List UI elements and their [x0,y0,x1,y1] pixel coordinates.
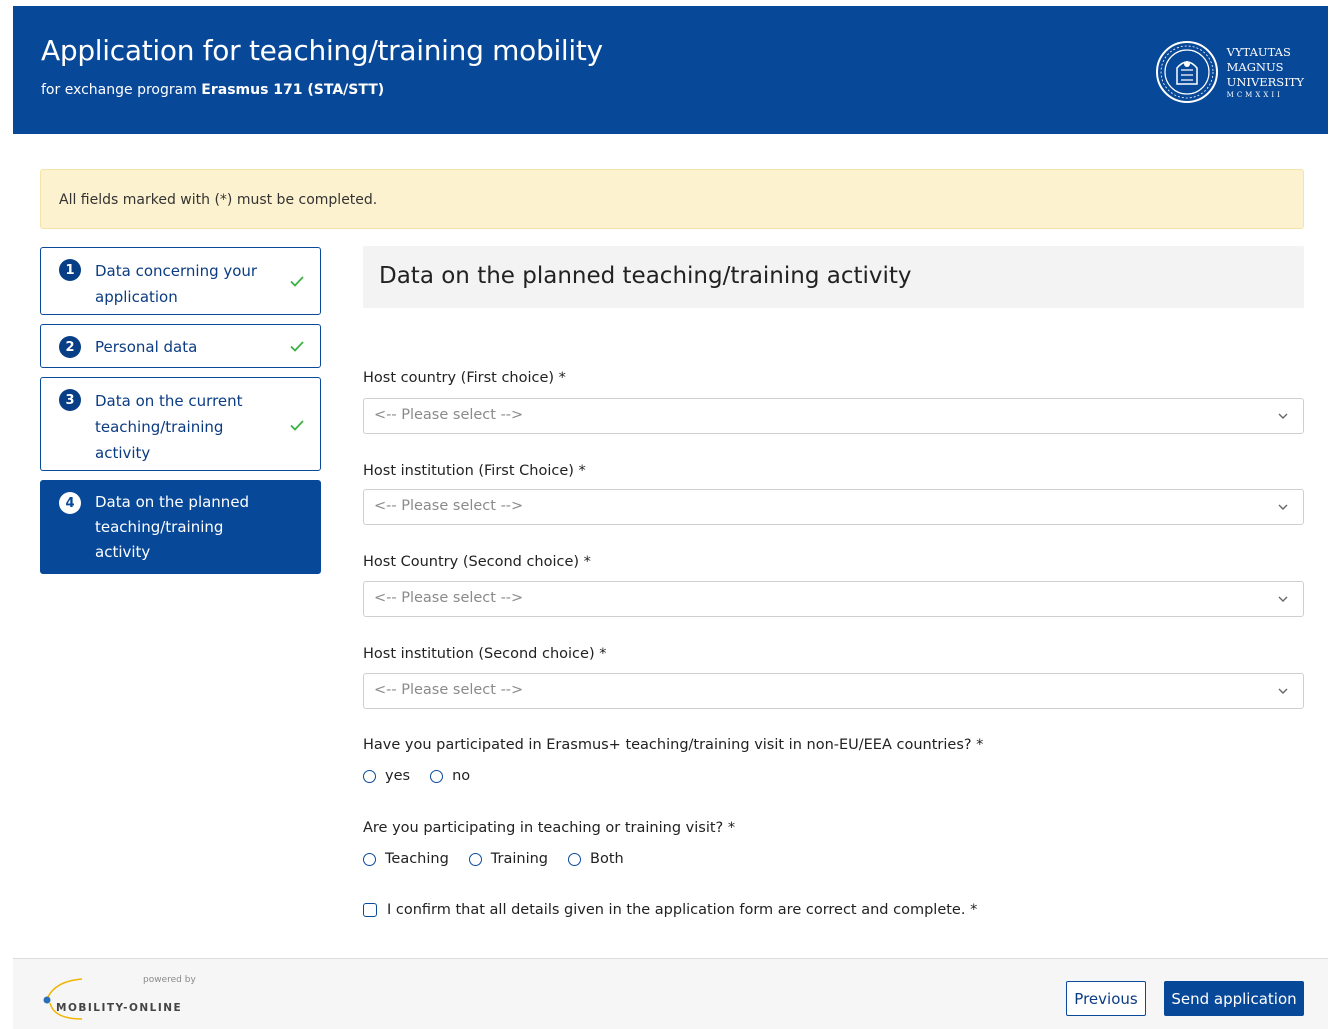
mobility-online-logo: powered by MOBILITY-ONLINE [38,971,198,1023]
brand-name: MOBILITY-ONLINE [56,1002,183,1014]
chevron-down-icon [1278,413,1288,419]
select-placeholder: <-- Please select --> [374,498,524,514]
step-current-activity[interactable]: 3 Data on the current teaching/training … [40,377,321,471]
app-header: Application for teaching/training mobili… [13,6,1328,134]
powered-by-text: powered by [143,975,196,985]
host-institution-first-label: Host institution (First Choice) * [363,463,586,479]
university-line-2: MAGNUS [1226,59,1284,74]
step-application-data[interactable]: 1 Data concerning your application [40,247,321,315]
radio-button[interactable] [363,769,376,783]
host-country-first-label: Host country (First choice) * [363,370,566,386]
checkmark-icon [290,276,304,287]
non-eu-radio-group: yes no [363,768,490,784]
select-placeholder: <-- Please select --> [374,407,524,423]
radio-option-yes[interactable]: yes [363,768,410,784]
step-label: Data on the planned teaching/training ac… [95,493,250,561]
radio-button[interactable] [568,852,582,866]
step-number: 4 [59,492,81,514]
select-placeholder: <-- Please select --> [374,590,524,606]
subtitle-prefix: for exchange program [41,82,202,98]
visit-type-radio-group: Teaching Training Both [363,851,644,867]
non-eu-question-label: Have you participated in Erasmus+ teachi… [363,737,984,753]
page-title: Application for teaching/training mobili… [41,34,603,67]
radio-label: Training [490,851,549,867]
step-planned-activity[interactable]: 4 Data on the planned teaching/training … [40,480,321,574]
required-fields-notice: All fields marked with (*) must be compl… [40,169,1304,229]
university-line-1: VYTAUTAS [1226,44,1291,59]
send-application-button[interactable]: Send application [1164,981,1304,1016]
section-title: Data on the planned teaching/training ac… [379,263,912,289]
chevron-down-icon [1278,596,1288,602]
chevron-down-icon [1278,688,1288,694]
host-institution-first-select[interactable]: <-- Please select --> [363,489,1304,525]
radio-button[interactable] [468,852,482,866]
radio-option-no[interactable]: no [430,768,470,784]
program-name: Erasmus 171 (STA/STT) [201,82,385,98]
host-country-second-label: Host Country (Second choice) * [363,554,591,570]
step-personal-data[interactable]: 2 Personal data [40,324,321,368]
radio-option-training[interactable]: Training [468,851,549,867]
host-country-first-select[interactable]: <-- Please select --> [363,398,1304,434]
radio-button[interactable] [430,769,444,783]
radio-option-teaching[interactable]: Teaching [363,851,449,867]
select-placeholder: <-- Please select --> [374,682,524,698]
radio-label: yes [385,768,411,784]
radio-button[interactable] [363,852,376,866]
step-label: Personal data [95,338,198,356]
confirm-label: I confirm that all details given in the … [387,902,978,918]
step-label: Data concerning your application [95,262,258,306]
checkmark-icon [290,341,304,352]
chevron-down-icon [1278,504,1288,510]
university-name: VYTAUTAS MAGNUS UNIVERSITY MCMXXII [1227,45,1304,100]
confirm-row: I confirm that all details given in the … [363,902,977,918]
host-institution-second-select[interactable]: <-- Please select --> [363,673,1304,709]
checkmark-icon [290,420,304,431]
host-country-second-select[interactable]: <-- Please select --> [363,581,1304,617]
radio-label: no [452,768,471,784]
section-heading: Data on the planned teaching/training ac… [363,246,1304,308]
host-institution-second-label: Host institution (Second choice) * [363,646,607,662]
previous-button[interactable]: Previous [1066,981,1146,1016]
radio-label: Both [590,851,624,867]
confirm-checkbox[interactable] [363,903,377,917]
visit-type-question-label: Are you participating in teaching or tra… [363,820,736,836]
radio-label: Teaching [385,851,449,867]
radio-option-both[interactable]: Both [568,851,624,867]
university-seal-icon [1155,41,1218,103]
university-logo: VYTAUTAS MAGNUS UNIVERSITY MCMXXII [1155,40,1304,104]
step-number: 1 [59,259,81,281]
university-line-3: UNIVERSITY [1226,74,1304,89]
notice-text: All fields marked with (*) must be compl… [59,192,378,208]
step-label: Data on the current teaching/training ac… [95,392,243,462]
university-line-4: MCMXXII [1226,90,1283,99]
page-subtitle: for exchange program Erasmus 171 (STA/ST… [41,82,384,98]
step-number: 2 [59,336,81,358]
step-number: 3 [59,389,81,411]
